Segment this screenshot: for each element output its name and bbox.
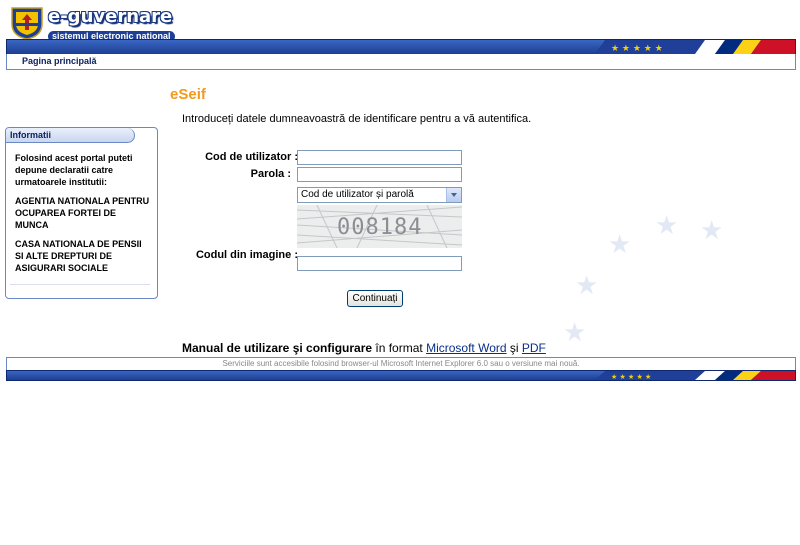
svg-text:★ ★ ★ ★ ★: ★ ★ ★ ★ ★ (611, 44, 663, 54)
password-input[interactable] (297, 167, 462, 182)
manual-format-text: în format (372, 341, 427, 355)
manual-line: Manual de utilizare şi configurare în fo… (182, 341, 546, 355)
svg-text:★ ★ ★ ★ ★: ★ ★ ★ ★ ★ (611, 373, 651, 380)
footer-notice: Serviciile sunt accesibile folosind brow… (6, 357, 796, 370)
footer-flag-decoration: ★ ★ ★ ★ ★ (595, 371, 795, 380)
eu-romania-flag-decoration: ★ ★ ★ ★ ★ (595, 40, 795, 54)
background-star-icon: ★ (655, 210, 679, 240)
background-star-icon: ★ (563, 317, 587, 347)
manual-title: Manual de utilizare şi configurare (182, 341, 373, 355)
header: e-guvernare sistemul electronic national (0, 0, 800, 42)
captcha-code: 008184 (337, 215, 423, 240)
background-star-icon: ★ (608, 229, 632, 259)
page-title: eSeif (170, 86, 206, 103)
manual-pdf-link[interactable]: PDF (522, 341, 546, 355)
continue-button[interactable]: Continuați (347, 290, 403, 307)
sidebar-intro: Folosind acest portal puteti depune decl… (15, 153, 133, 187)
sidebar-institution-cnpas: CASA NATIONALA DE PENSII SI ALTE DREPTUR… (15, 239, 142, 273)
captcha-label: Codul din imagine : (195, 249, 298, 261)
background-star-icon: ★ (700, 215, 724, 245)
brand-title: e-guvernare (48, 6, 173, 27)
navigation-bar: Pagina principală (6, 54, 796, 70)
captcha-image: 008184 (297, 205, 462, 248)
sidebar-divider (10, 284, 150, 285)
intro-text: Introduceți datele dumneavoastră de iden… (182, 113, 532, 125)
sidebar-tab: Informatii (6, 128, 135, 143)
manual-word-link[interactable]: Microsoft Word (426, 341, 506, 355)
sidebar-title: Informatii (10, 130, 52, 140)
auth-method-select[interactable]: Cod de utilizator și parolă (297, 187, 462, 203)
top-banner-bar: ★ ★ ★ ★ ★ (6, 39, 796, 55)
nav-home-link[interactable]: Pagina principală (22, 56, 97, 66)
sidebar-institution-anofm: AGENTIA NATIONALA PENTRU OCUPAREA FORTEI… (15, 196, 150, 230)
username-label: Cod de utilizator : (205, 151, 298, 163)
chevron-down-icon[interactable] (446, 188, 461, 202)
manual-and-text: şi (506, 341, 522, 355)
auth-method-selected-value: Cod de utilizator și parolă (301, 189, 414, 200)
footer-banner-bar: ★ ★ ★ ★ ★ (6, 370, 796, 381)
info-sidebar: Informatii Folosind acest portal puteti … (5, 127, 158, 299)
coat-of-arms-logo[interactable] (8, 4, 46, 40)
username-input[interactable] (297, 150, 462, 165)
captcha-input[interactable] (297, 256, 462, 271)
background-star-icon: ★ (575, 270, 599, 300)
password-label: Parola : (250, 168, 291, 180)
